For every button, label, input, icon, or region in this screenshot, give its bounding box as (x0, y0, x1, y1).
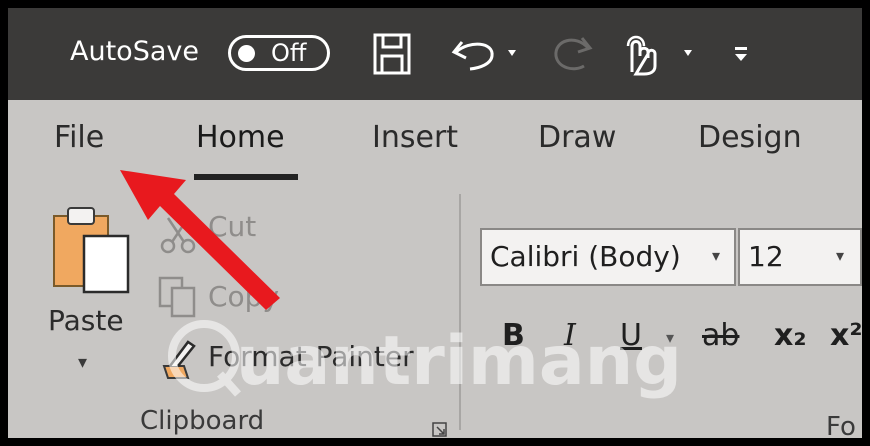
paste-button[interactable]: Paste (48, 304, 124, 337)
paintbrush-icon (162, 340, 196, 379)
autosave-state: Off (271, 39, 307, 67)
superscript-button[interactable]: x² (830, 318, 862, 353)
copy-icon (158, 276, 196, 318)
font-name-value: Calibri (Body) (490, 240, 681, 273)
italic-button[interactable]: I (564, 318, 576, 353)
tab-design[interactable]: Design (698, 120, 802, 155)
tab-draw[interactable]: Draw (538, 120, 616, 155)
copy-button[interactable]: Copy (208, 280, 279, 313)
underline-dropdown-icon[interactable]: ▾ (666, 328, 674, 347)
group-divider (459, 194, 461, 430)
touch-mode-icon[interactable] (622, 32, 702, 76)
autosave-label: AutoSave (70, 36, 199, 67)
underline-button[interactable]: U (620, 318, 642, 353)
redo-icon[interactable] (548, 32, 598, 76)
toggle-knob (238, 45, 255, 62)
clipboard-paste-icon[interactable] (50, 206, 132, 298)
ribbon-tabs: File Home Insert Draw Design (8, 100, 862, 180)
chevron-down-icon: ▾ (836, 246, 845, 265)
undo-icon[interactable] (450, 34, 530, 74)
bold-button[interactable]: B (502, 318, 525, 353)
font-group-label: Fo (826, 412, 856, 438)
tab-insert[interactable]: Insert (372, 120, 458, 155)
subscript-button[interactable]: x₂ (774, 318, 807, 353)
active-tab-indicator (194, 174, 298, 180)
format-painter-button[interactable]: Format Painter (208, 340, 414, 373)
word-window: AutoSave Off File Home Insert Draw Desig… (8, 8, 862, 438)
strikethrough-button[interactable]: ab (702, 318, 739, 353)
chevron-down-icon: ▾ (712, 246, 721, 265)
font-size-value: 12 (748, 240, 784, 273)
cut-button[interactable]: Cut (208, 210, 256, 243)
font-name-dropdown[interactable]: Calibri (Body) ▾ (480, 228, 736, 286)
scissors-icon (160, 217, 196, 254)
autosave-toggle[interactable]: Off (228, 35, 330, 71)
save-icon[interactable] (372, 32, 412, 76)
tab-file[interactable]: File (54, 120, 104, 155)
customize-toolbar-icon[interactable] (732, 44, 752, 64)
title-bar: AutoSave Off (8, 8, 862, 100)
clipboard-group-label: Clipboard (140, 406, 265, 436)
font-size-dropdown[interactable]: 12 ▾ (738, 228, 862, 286)
dialog-launcher-icon[interactable] (432, 422, 448, 438)
tab-home[interactable]: Home (196, 120, 285, 155)
paste-dropdown-icon[interactable]: ▾ (78, 352, 87, 373)
